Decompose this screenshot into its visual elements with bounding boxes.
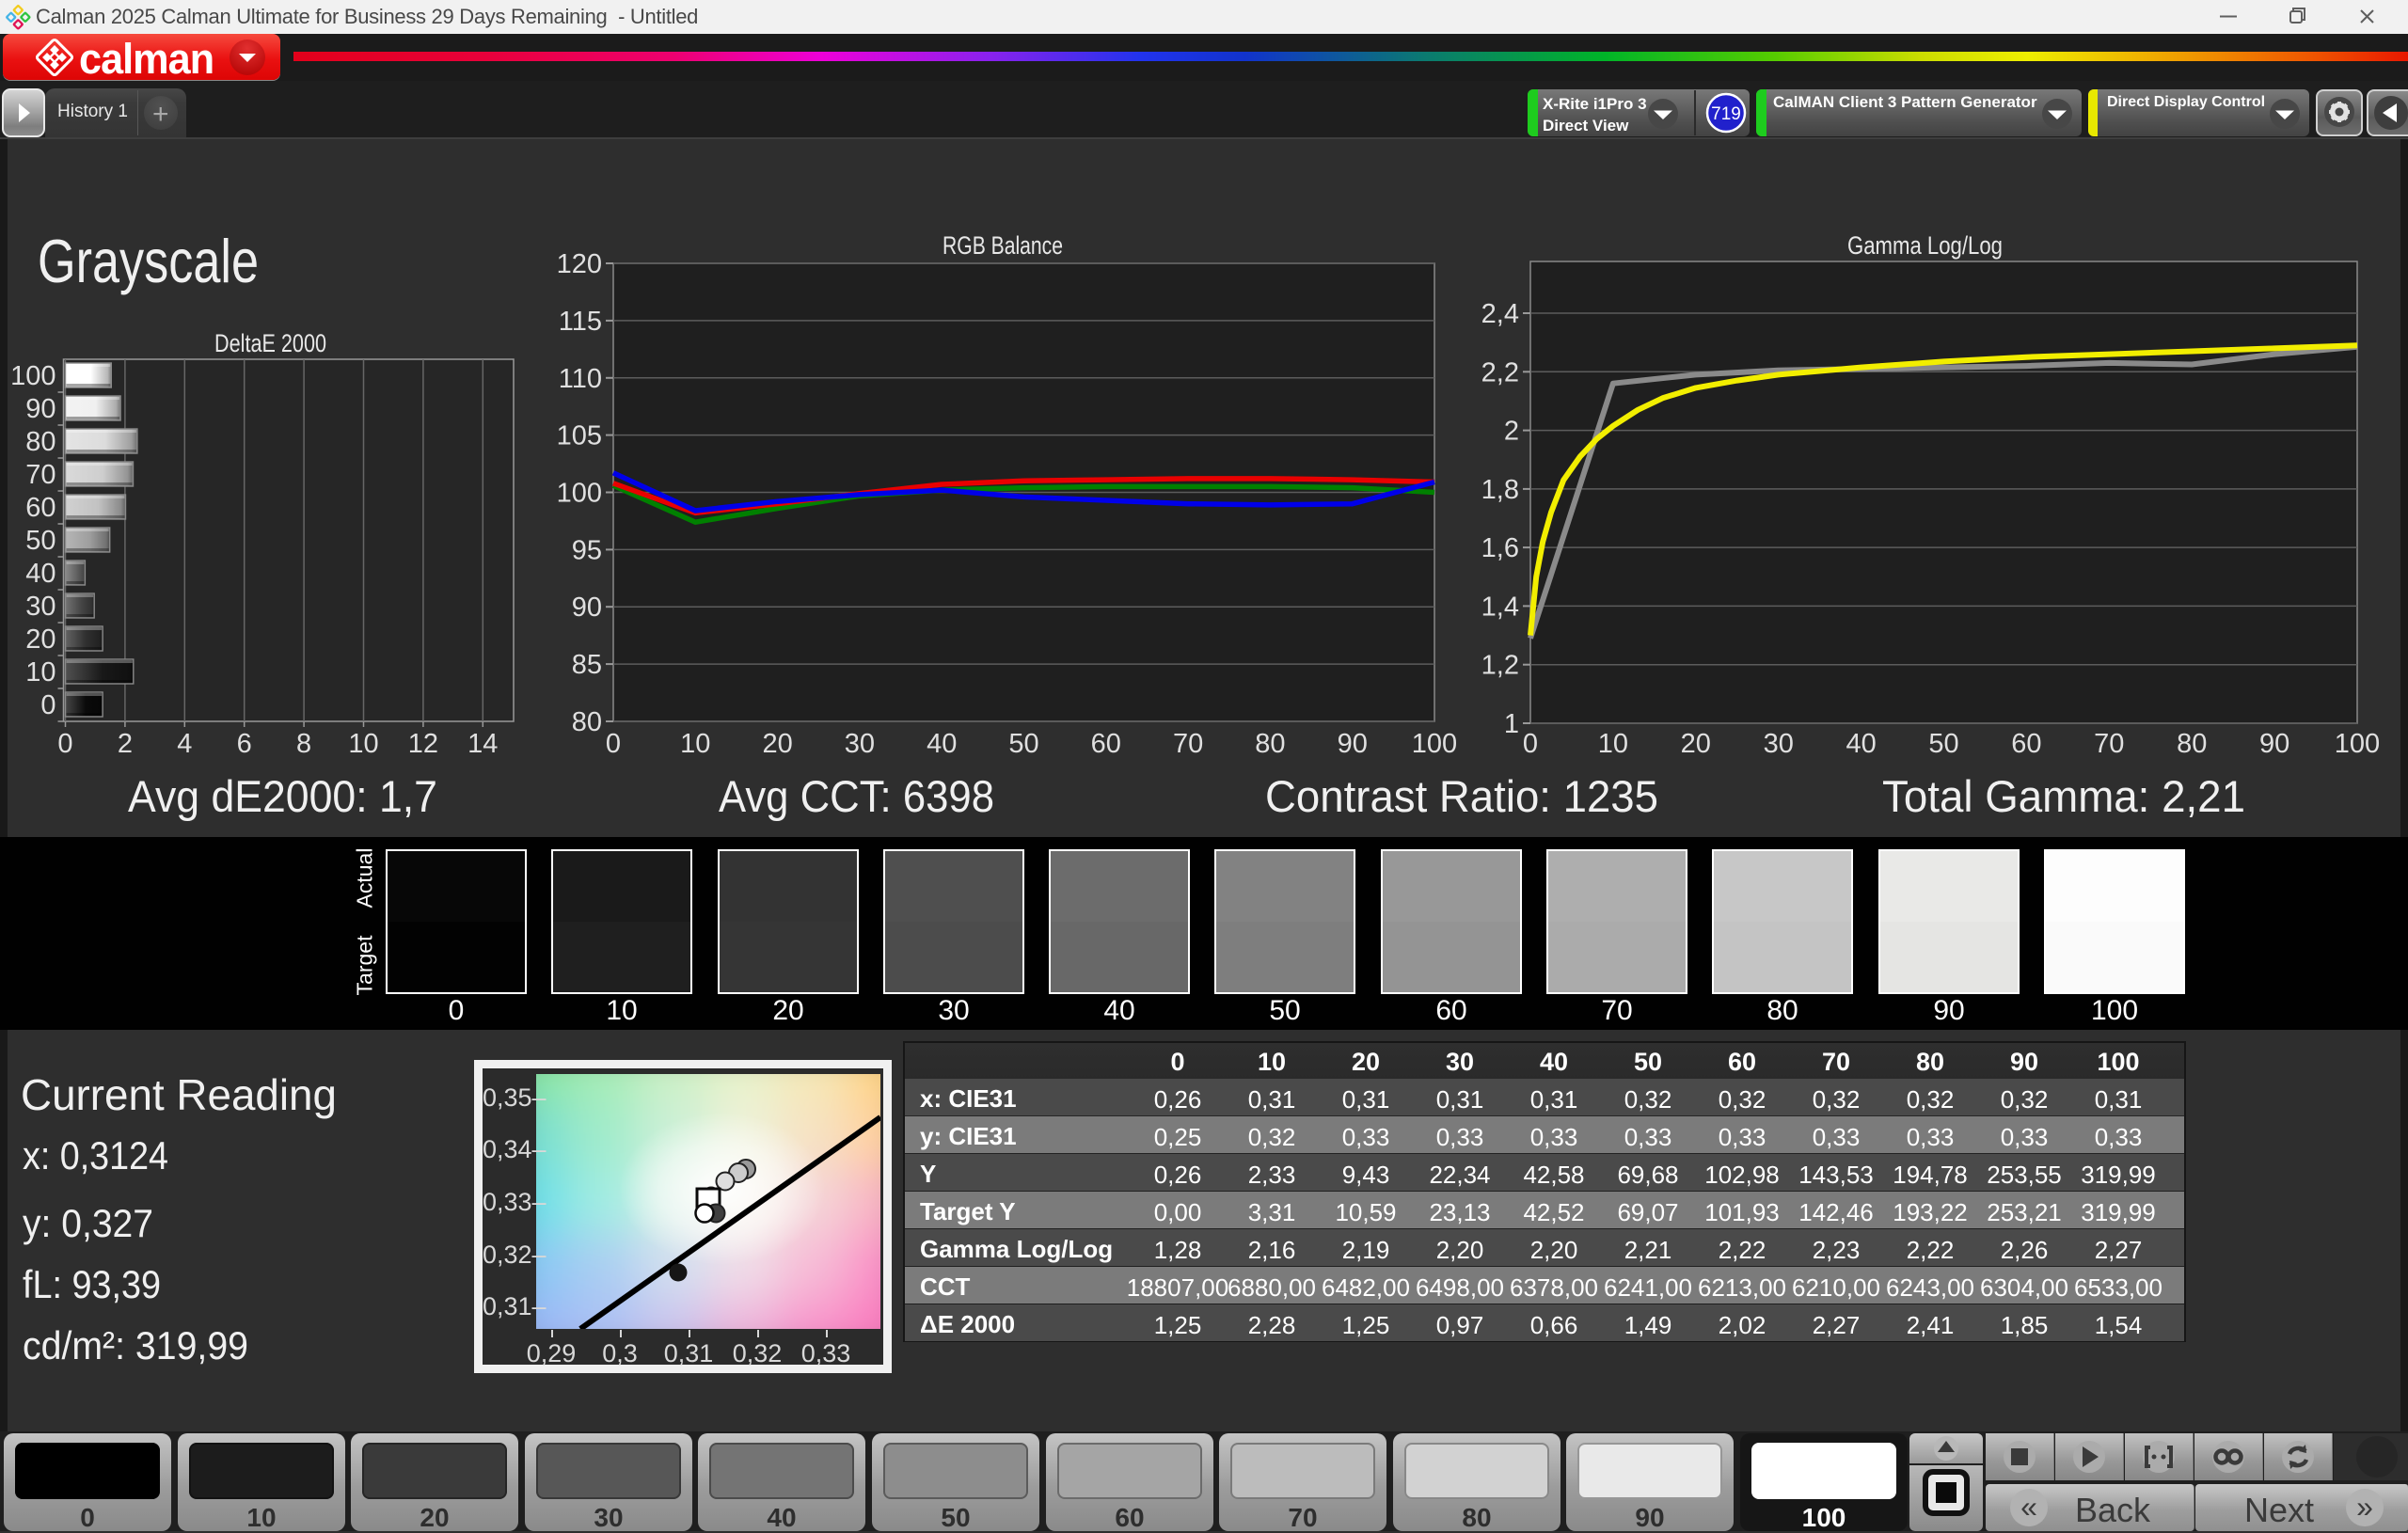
svg-text:60: 60 xyxy=(1091,729,1121,759)
svg-text:70: 70 xyxy=(2094,729,2124,759)
svg-text:fL: 93,39: fL: 93,39 xyxy=(23,1262,161,1306)
svg-text:10: 10 xyxy=(25,657,55,687)
svg-text:85: 85 xyxy=(572,650,602,680)
svg-text:RGB Balance: RGB Balance xyxy=(943,231,1063,260)
svg-text:DeltaE 2000: DeltaE 2000 xyxy=(214,329,326,357)
svg-text:cd/m²: 319,99: cd/m²: 319,99 xyxy=(23,1323,248,1367)
svg-text:8: 8 xyxy=(296,729,311,759)
svg-text:100: 100 xyxy=(1412,729,1457,759)
svg-text:Total Gamma: 2,21: Total Gamma: 2,21 xyxy=(1882,771,2245,821)
svg-text:60: 60 xyxy=(25,493,55,523)
svg-text:0: 0 xyxy=(57,729,72,759)
svg-text:6: 6 xyxy=(237,729,252,759)
svg-text:Contrast Ratio: 1235: Contrast Ratio: 1235 xyxy=(1265,771,1658,821)
svg-text:50: 50 xyxy=(1928,729,1958,759)
svg-text:10: 10 xyxy=(680,729,710,759)
svg-text:90: 90 xyxy=(1338,729,1368,759)
svg-text:0: 0 xyxy=(606,729,621,759)
svg-text:1,4: 1,4 xyxy=(1481,592,1519,622)
svg-text:1,8: 1,8 xyxy=(1481,475,1519,505)
svg-text:100: 100 xyxy=(10,361,55,391)
svg-text:20: 20 xyxy=(762,729,792,759)
svg-text:70: 70 xyxy=(1173,729,1203,759)
svg-text:1: 1 xyxy=(1504,709,1519,739)
svg-text:100: 100 xyxy=(2335,729,2380,759)
svg-text:Gamma Log/Log: Gamma Log/Log xyxy=(1847,231,2003,260)
svg-text:110: 110 xyxy=(559,364,602,394)
svg-text:80: 80 xyxy=(572,707,602,737)
svg-text:Avg dE2000: 1,7: Avg dE2000: 1,7 xyxy=(128,771,437,821)
svg-text:14: 14 xyxy=(467,729,498,759)
svg-text:40: 40 xyxy=(1846,729,1876,759)
svg-text:1,2: 1,2 xyxy=(1481,651,1519,681)
svg-text:Grayscale: Grayscale xyxy=(38,227,259,295)
svg-text:x: 0,3124: x: 0,3124 xyxy=(23,1133,168,1177)
svg-text:20: 20 xyxy=(1681,729,1711,759)
svg-text:1,6: 1,6 xyxy=(1481,533,1519,563)
svg-text:2,4: 2,4 xyxy=(1481,299,1519,329)
svg-text:90: 90 xyxy=(2259,729,2289,759)
svg-text:0: 0 xyxy=(40,690,55,720)
svg-text:0: 0 xyxy=(1523,729,1538,759)
svg-text:10: 10 xyxy=(1598,729,1628,759)
svg-text:50: 50 xyxy=(1008,729,1038,759)
svg-text:30: 30 xyxy=(25,592,55,622)
svg-text:2,2: 2,2 xyxy=(1481,357,1519,387)
svg-text:2: 2 xyxy=(1504,417,1519,447)
svg-text:40: 40 xyxy=(25,559,55,589)
svg-text:12: 12 xyxy=(408,729,438,759)
svg-text:80: 80 xyxy=(2177,729,2207,759)
svg-text:95: 95 xyxy=(572,535,602,565)
svg-text:Avg CCT: 6398: Avg CCT: 6398 xyxy=(719,771,994,821)
svg-text:40: 40 xyxy=(927,729,957,759)
svg-text:30: 30 xyxy=(845,729,875,759)
svg-text:20: 20 xyxy=(25,624,55,655)
svg-text:y: 0,327: y: 0,327 xyxy=(23,1201,153,1245)
svg-text:80: 80 xyxy=(1255,729,1285,759)
svg-text:60: 60 xyxy=(2011,729,2041,759)
svg-text:10: 10 xyxy=(348,729,378,759)
svg-text:50: 50 xyxy=(25,526,55,556)
svg-text:80: 80 xyxy=(25,427,55,457)
svg-text:90: 90 xyxy=(572,593,602,623)
svg-text:115: 115 xyxy=(559,307,602,337)
svg-text:105: 105 xyxy=(557,421,602,451)
svg-text:100: 100 xyxy=(557,479,602,509)
svg-text:90: 90 xyxy=(25,394,55,424)
svg-text:70: 70 xyxy=(25,460,55,490)
svg-text:2: 2 xyxy=(118,729,133,759)
svg-text:719: 719 xyxy=(1711,104,1741,124)
svg-text:120: 120 xyxy=(557,249,602,279)
svg-text:30: 30 xyxy=(1764,729,1794,759)
svg-text:4: 4 xyxy=(177,729,192,759)
svg-text:Current Reading: Current Reading xyxy=(21,1070,337,1119)
